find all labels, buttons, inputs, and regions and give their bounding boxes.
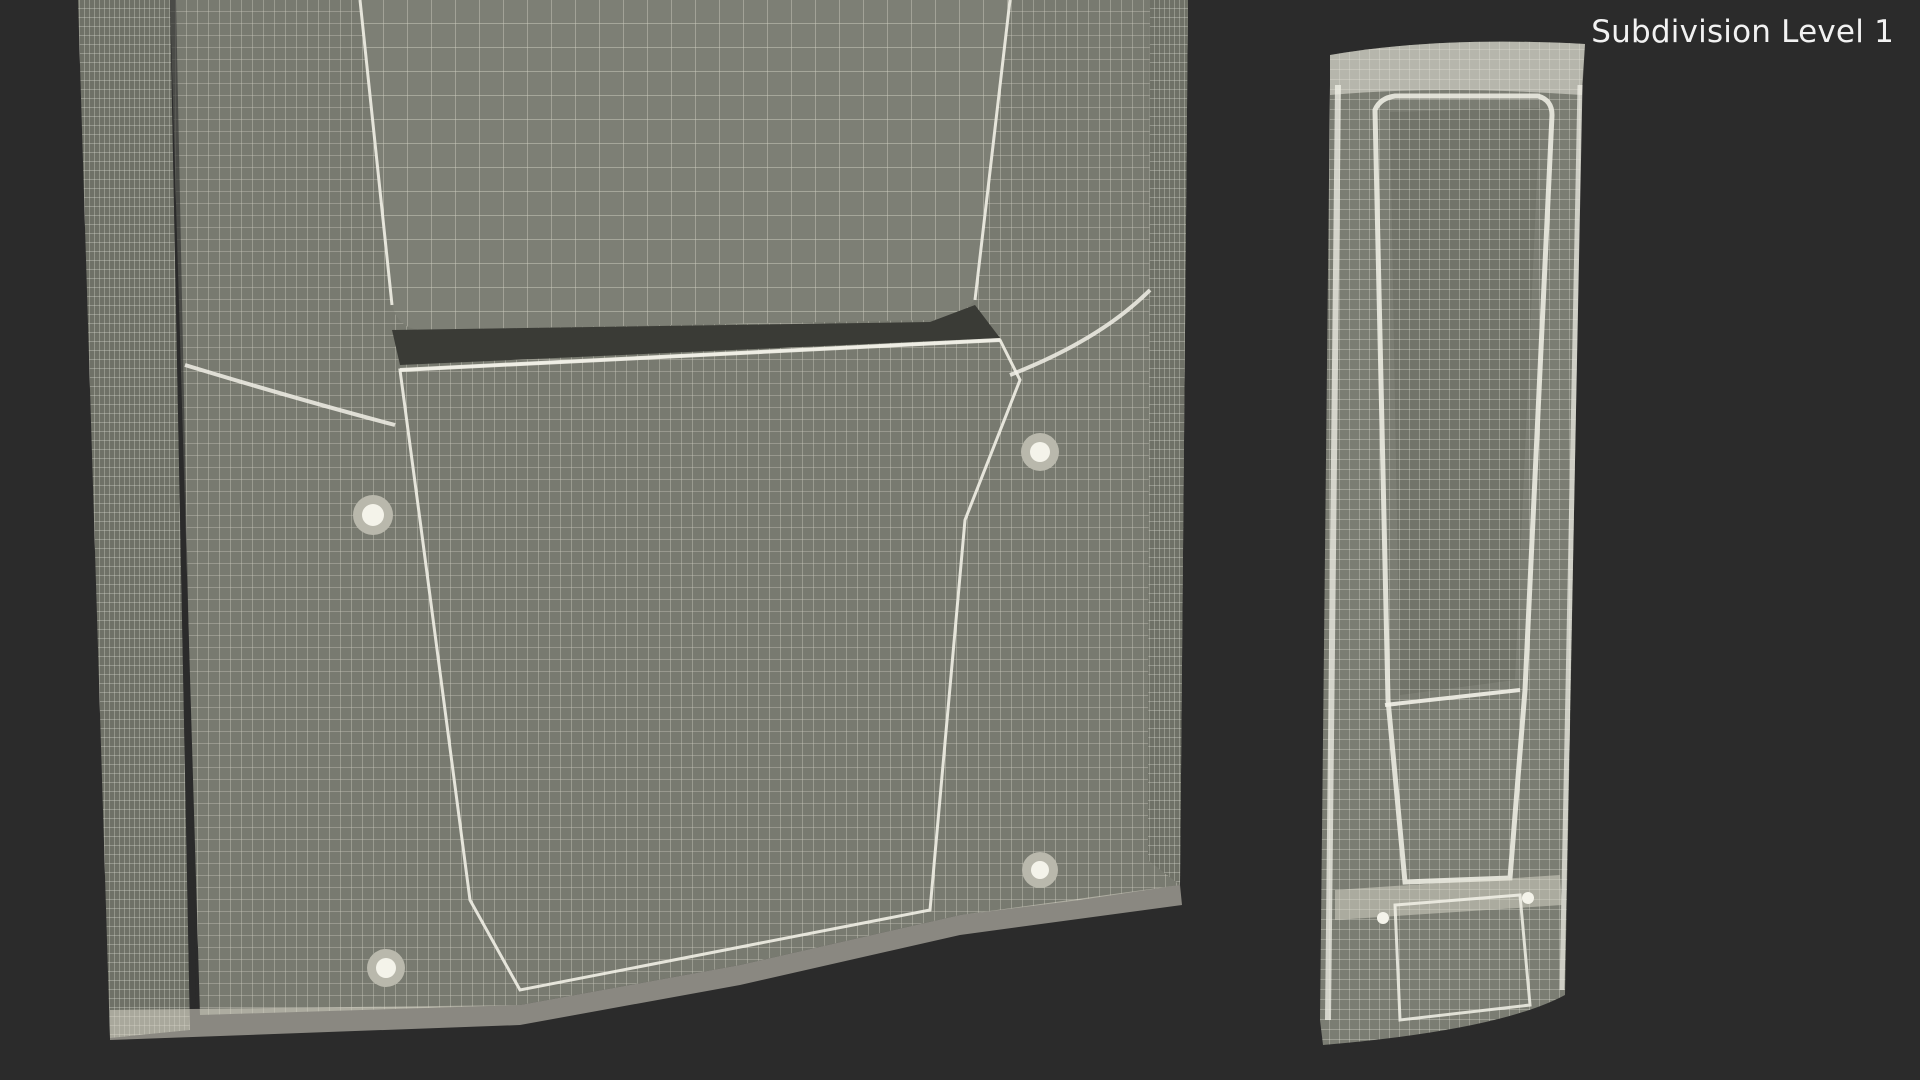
screw-hole <box>353 495 393 535</box>
subdivision-level-caption: Subdivision Level 1 <box>1591 14 1894 50</box>
screw-hole <box>367 949 405 987</box>
screw-hole <box>1021 433 1059 471</box>
right-wireframe-object <box>1320 41 1585 1045</box>
left-wireframe-object <box>78 0 1188 1040</box>
render-viewport: Subdivision Level 1 <box>0 0 1920 1080</box>
wireframe-scene <box>78 0 1585 1045</box>
screw-hole <box>1022 852 1058 888</box>
